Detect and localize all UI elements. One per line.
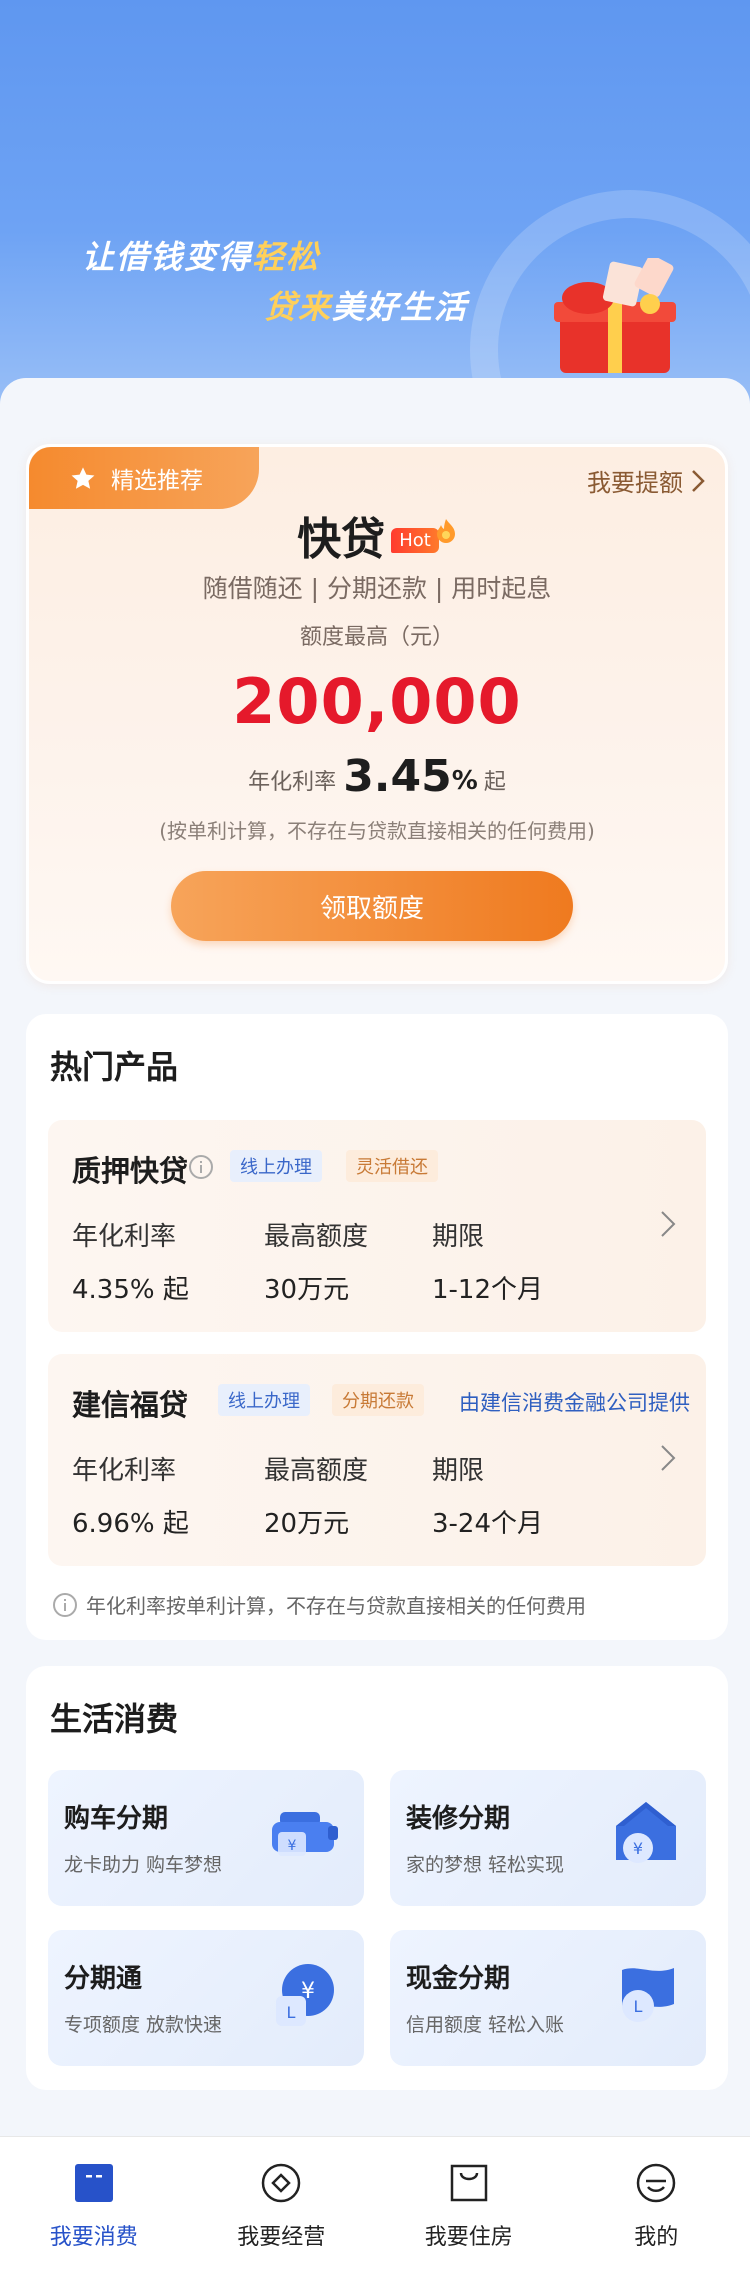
bag-icon [450, 2164, 487, 2202]
col-label: 期限 [432, 1222, 485, 1252]
hot-badge: Hot [391, 528, 439, 553]
slogan-accent: 轻松 [252, 238, 321, 276]
tile-renovation-installment[interactable]: 装修分期 家的梦想 轻松实现 ¥ [390, 1770, 706, 1906]
featured-tag-label: 精选推荐 [111, 468, 203, 494]
info-icon [53, 1592, 77, 1617]
house-icon: ¥ [616, 1802, 676, 1863]
tag-flexible: 灵活借还 [346, 1150, 438, 1182]
product-card-jianxin-loan[interactable]: 建信福贷 线上办理 分期还款 由建信消费金融公司提供 年化利率 6.96% 起 … [48, 1354, 706, 1566]
chevron-right-icon [661, 1445, 676, 1471]
nav-label: 我要经营 [237, 2225, 326, 2250]
tile-title: 分期通 [64, 1964, 143, 1994]
svg-text:L: L [287, 2003, 296, 2022]
section-title: 热门产品 [50, 1048, 179, 1086]
tile-cash-installment[interactable]: 现金分期 信用额度 轻松入账 L [390, 1930, 706, 2066]
rate-disclaimer: 年化利率按单利计算，不存在与贷款直接相关的任何费用 [52, 1590, 586, 1619]
nav-housing[interactable]: 我要住房 [379, 2161, 559, 2292]
chevron-right-icon [692, 469, 705, 492]
annual-rate-line: 年化利率 3.45% 起 [29, 751, 725, 802]
product-title: 快贷 Hot [29, 503, 725, 567]
col-value: 20万元 [264, 1509, 350, 1539]
rate-note: (按单利计算，不存在与贷款直接相关的任何费用) [159, 819, 595, 843]
tile-subtitle: 家的梦想 轻松实现 [406, 1854, 565, 1876]
section-title: 生活消费 [50, 1700, 179, 1738]
tile-subtitle: 信用额度 轻松入账 [406, 2014, 565, 2036]
raise-quota-link[interactable]: 我要提额 [587, 463, 705, 498]
rate-prefix: 年化利率 [248, 770, 337, 795]
info-icon[interactable] [188, 1154, 214, 1180]
rate-value: 3.45 [343, 751, 452, 802]
col-value: 30万元 [264, 1275, 350, 1305]
fire-icon [436, 519, 455, 543]
col-label: 年化利率 [72, 1222, 177, 1252]
quota-column: 最高额度 20万元 [264, 1450, 368, 1540]
tag-installment: 分期还款 [332, 1384, 424, 1416]
col-value: 3-24个月 [432, 1509, 544, 1539]
col-value: 4.35% 起 [72, 1275, 189, 1305]
max-quota-label: 额度最高（元） [299, 625, 454, 650]
product-name: 建信福贷 [72, 1388, 189, 1422]
slogan-accent: 贷来 [264, 288, 333, 326]
tile-subtitle: 龙卡助力 购车梦想 [64, 1854, 223, 1876]
red-envelope-gift-icon [554, 258, 676, 373]
raise-quota-label: 我要提额 [587, 469, 683, 497]
nav-consume[interactable]: 我要消费 [4, 2161, 184, 2292]
tile-subtitle: 专项额度 放款快速 [64, 2014, 223, 2036]
quota-column: 最高额度 30万元 [264, 1216, 368, 1306]
nav-business[interactable]: 我要经营 [191, 2161, 371, 2292]
col-label: 期限 [432, 1456, 485, 1486]
tile-car-installment[interactable]: 购车分期 龙卡助力 购车梦想 ¥ [48, 1770, 364, 1906]
nav-label: 我要消费 [49, 2225, 138, 2250]
nav-mine[interactable]: 我的 [566, 2161, 746, 2292]
star-icon [71, 467, 95, 489]
disclaimer-text: 年化利率按单利计算，不存在与贷款直接相关的任何费用 [86, 1594, 586, 1618]
svg-text:¥: ¥ [633, 1839, 643, 1858]
cash-flag-icon: L [622, 1968, 674, 2022]
life-consumption-section: 生活消费 购车分期 龙卡助力 购车梦想 ¥ 装修分期 家的梦想 轻松实现 ¥ 分… [26, 1666, 728, 2090]
product-card-pledge-loan[interactable]: 质押快贷 线上办理 灵活借还 年化利率 4.35% 起 最高额度 30万元 期限… [48, 1120, 706, 1332]
hero-slogan-line1: 让借钱变得轻松 [82, 232, 320, 278]
rate-column: 年化利率 6.96% 起 [72, 1450, 189, 1540]
wallet-icon [74, 2164, 113, 2202]
rate-column: 年化利率 4.35% 起 [72, 1216, 189, 1306]
chevron-right-icon [661, 1211, 676, 1237]
tag-online: 线上办理 [230, 1150, 322, 1182]
tile-installment-pass[interactable]: 分期通 专项额度 放款快速 ¥ L [48, 1930, 364, 2066]
car-icon: ¥ [272, 1812, 338, 1856]
col-value: 6.96% 起 [72, 1509, 189, 1539]
hero-banner: 让借钱变得轻松 贷来美好生活 [0, 0, 750, 420]
nav-label: 我的 [634, 2225, 679, 2250]
yuan-coin-icon: ¥ L [276, 1964, 334, 2026]
max-quota-amount: 200,000 [232, 665, 522, 738]
col-label: 最高额度 [264, 1222, 369, 1252]
term-column: 期限 3-24个月 [432, 1450, 543, 1540]
slogan-text: 让借钱变得 [82, 238, 253, 276]
nav-label: 我要住房 [424, 2225, 513, 2250]
col-label: 最高额度 [264, 1456, 369, 1486]
term-column: 期限 1-12个月 [432, 1216, 543, 1306]
tile-title: 购车分期 [64, 1804, 169, 1834]
tag-online: 线上办理 [218, 1384, 310, 1416]
tile-title: 装修分期 [406, 1804, 511, 1834]
featured-tag: 精选推荐 [29, 447, 259, 509]
claim-quota-button[interactable]: 领取额度 [171, 871, 573, 941]
col-value: 1-12个月 [432, 1275, 544, 1305]
provider-text: 由建信消费金融公司提供 [459, 1391, 690, 1415]
product-name: 质押快贷 [72, 1154, 189, 1188]
slogan-text: 美好生活 [332, 288, 469, 326]
rate-unit: % [451, 766, 478, 796]
product-features: 随借随还 | 分期还款 | 用时起息 [202, 574, 552, 603]
svg-text:¥: ¥ [288, 1838, 297, 1854]
diamond-icon [262, 2163, 301, 2203]
featured-loan-card[interactable]: 精选推荐 我要提额 快贷 Hot 随借随还 | 分期还款 | 用时起息 额度最高（… [26, 444, 728, 984]
rate-suffix: 起 [483, 770, 506, 795]
col-label: 年化利率 [72, 1456, 177, 1486]
svg-text:L: L [634, 1997, 643, 2016]
hot-products-section: 热门产品 质押快贷 线上办理 灵活借还 年化利率 4.35% 起 最高额度 30… [26, 1014, 728, 1640]
tile-title: 现金分期 [406, 1964, 511, 1994]
product-name: 快贷 [297, 514, 386, 565]
smile-icon [637, 2163, 676, 2203]
hero-slogan-line2: 贷来美好生活 [264, 282, 468, 328]
bottom-navigation: 我要消费 我要经营 我要住房 我的 [0, 2136, 750, 2292]
